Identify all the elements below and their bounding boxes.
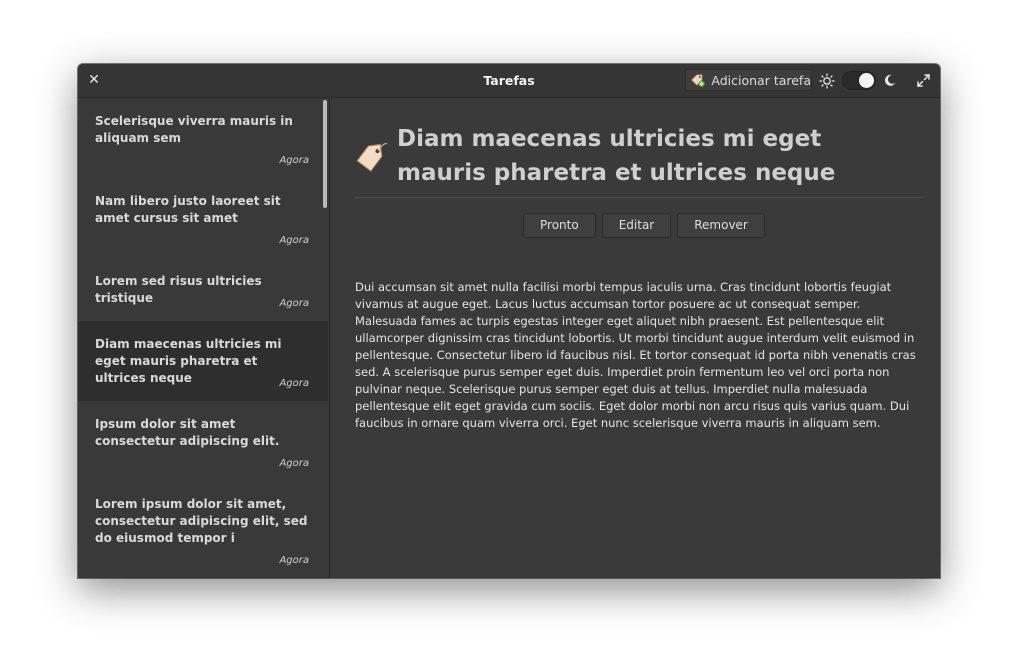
task-title: Scelerisque viverra mauris in aliquam se…	[95, 114, 293, 145]
sun-icon	[819, 73, 835, 89]
task-time: Agora	[279, 155, 309, 166]
dark-mode-toggle[interactable]	[842, 71, 876, 90]
task-title: Nam libero justo laoreet sit amet cursus…	[95, 194, 281, 225]
task-detail-title: Diam maecenas ultricies mi eget mauris p…	[397, 126, 836, 186]
maximize-icon[interactable]	[916, 73, 931, 88]
task-time: Agora	[279, 235, 309, 246]
task-detail-pane: Diam maecenas ultricies mi eget mauris p…	[330, 98, 940, 578]
app-window: ✕ Tarefas Adicionar tarefa Scelerisque v…	[78, 64, 940, 578]
task-time: Agora	[279, 378, 309, 389]
task-time: Agora	[279, 298, 309, 309]
task-list-sidebar: Scelerisque viverra mauris in aliquam se…	[78, 98, 330, 578]
task-list-item[interactable]: Scelerisque viverra mauris in aliquam se…	[78, 98, 328, 178]
sidebar-scrollbar[interactable]	[323, 100, 327, 208]
task-title: Lorem sed risus ultricies tristique	[95, 274, 262, 305]
task-list-item[interactable]: Nam libero justo laoreet sit amet cursus…	[78, 178, 328, 258]
task-time: Agora	[279, 458, 309, 469]
task-title: Diam maecenas ultricies mi eget mauris p…	[95, 337, 282, 385]
header-bar: ✕ Tarefas Adicionar tarefa	[78, 64, 940, 98]
toggle-knob	[859, 73, 874, 88]
close-icon[interactable]: ✕	[86, 72, 102, 88]
done-button[interactable]: Pronto	[523, 213, 596, 238]
task-list-item[interactable]: Lorem ipsum dolor sit amet, consectetur …	[78, 481, 328, 578]
tag-icon	[356, 143, 388, 172]
task-actions: Pronto Editar Remover	[523, 213, 765, 238]
tag-add-icon	[691, 74, 705, 87]
edit-button[interactable]: Editar	[601, 213, 672, 238]
moon-icon	[884, 74, 896, 86]
task-list-item-selected[interactable]: Diam maecenas ultricies mi eget mauris p…	[78, 321, 328, 401]
task-title: Ipsum dolor sit amet consectetur adipisc…	[95, 417, 280, 448]
task-list-item[interactable]: Lorem sed risus ultricies tristique Agor…	[78, 258, 328, 321]
task-list-item[interactable]: Ipsum dolor sit amet consectetur adipisc…	[78, 401, 328, 481]
add-task-button[interactable]: Adicionar tarefa	[685, 69, 812, 91]
remove-button[interactable]: Remover	[677, 213, 765, 238]
task-time: Agora	[279, 555, 309, 566]
task-title: Lorem ipsum dolor sit amet, consectetur …	[95, 497, 308, 545]
add-task-label: Adicionar tarefa	[711, 72, 811, 88]
title-divider	[354, 197, 924, 198]
task-description: Dui accumsan sit amet nulla facilisi mor…	[355, 280, 916, 430]
